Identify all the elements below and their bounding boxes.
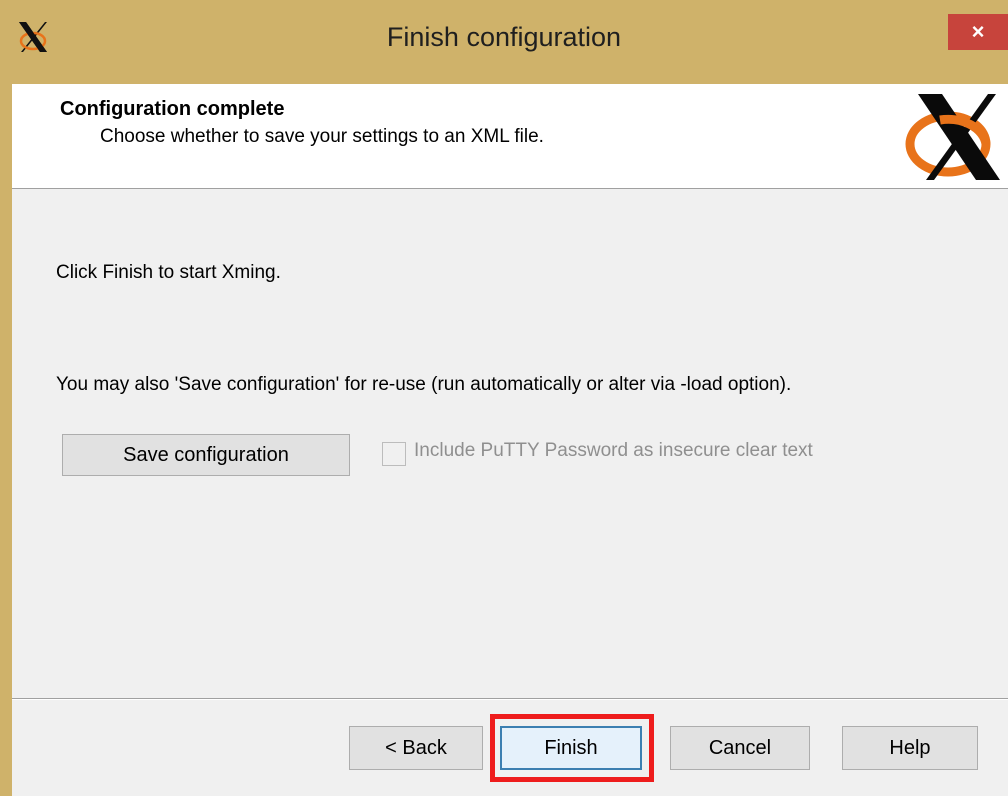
- help-button[interactable]: Help: [842, 726, 978, 770]
- finish-configuration-window: Finish configuration × Configuration com…: [0, 0, 1008, 796]
- close-button[interactable]: ×: [948, 14, 1008, 50]
- save-configuration-button[interactable]: Save configuration: [62, 434, 350, 476]
- finish-highlight-box: [490, 714, 654, 782]
- xming-logo: [905, 94, 1000, 180]
- title-bar[interactable]: Finish configuration ×: [0, 0, 1008, 84]
- instruction-text: Click Finish to start Xming.: [56, 262, 281, 283]
- cancel-button[interactable]: Cancel: [670, 726, 810, 770]
- include-putty-password-checkbox: [382, 442, 406, 466]
- include-putty-password-label: Include PuTTY Password as insecure clear…: [414, 440, 813, 461]
- header-subtitle: Choose whether to save your settings to …: [100, 126, 544, 147]
- window-title: Finish configuration: [386, 22, 622, 52]
- save-hint-text: You may also 'Save configuration' for re…: [56, 374, 792, 395]
- header-title: Configuration complete: [60, 98, 285, 120]
- close-icon: ×: [971, 19, 985, 44]
- back-button[interactable]: < Back: [349, 726, 483, 770]
- footer-separator: [12, 698, 1008, 700]
- dialog-client-area: Configuration complete Choose whether to…: [12, 84, 1008, 796]
- wizard-header: Configuration complete Choose whether to…: [12, 84, 1008, 189]
